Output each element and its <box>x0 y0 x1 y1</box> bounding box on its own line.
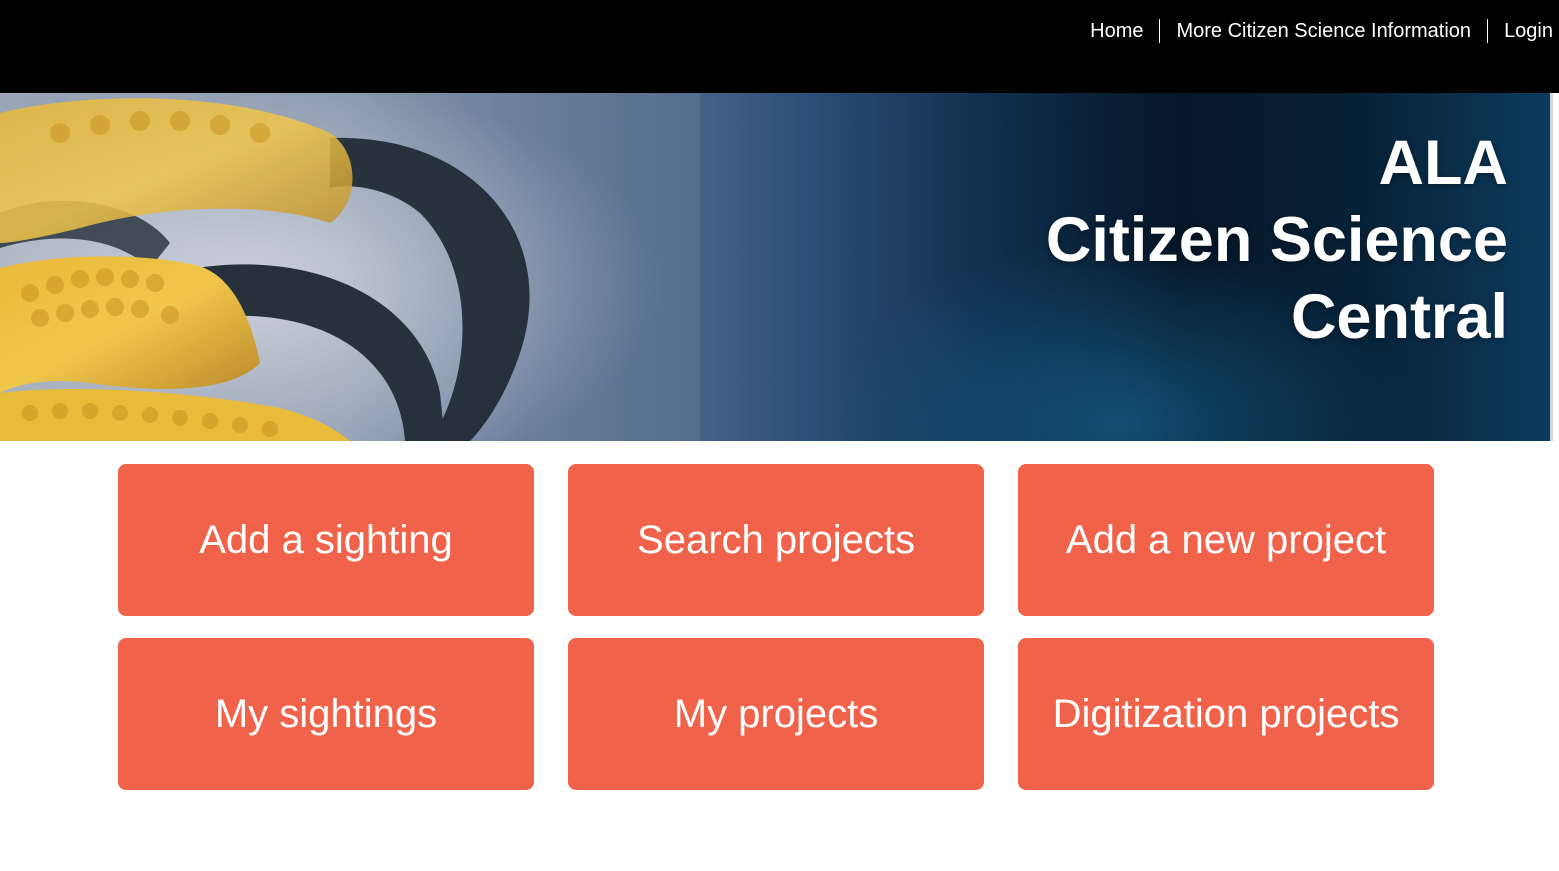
search-projects-button[interactable]: Search projects <box>568 464 984 616</box>
my-sightings-button[interactable]: My sightings <box>118 638 534 790</box>
hero-title: ALA Citizen Science Central <box>1046 125 1508 356</box>
add-new-project-button[interactable]: Add a new project <box>1018 464 1434 616</box>
top-bar: Home More Citizen Science Information Lo… <box>0 0 1559 93</box>
nav-more-info-link[interactable]: More Citizen Science Information <box>1159 19 1487 43</box>
hero-title-line: Citizen Science <box>1045 205 1508 275</box>
hero-banner: ALA Citizen Science Central <box>0 93 1553 441</box>
top-nav: Home More Citizen Science Information Lo… <box>1074 19 1553 43</box>
hero-edge <box>1550 93 1553 441</box>
bird-claw-image <box>0 93 700 441</box>
hero-title-line: Central <box>1290 282 1508 352</box>
my-projects-button[interactable]: My projects <box>568 638 984 790</box>
add-sighting-button[interactable]: Add a sighting <box>118 464 534 616</box>
digitization-projects-button[interactable]: Digitization projects <box>1018 638 1434 790</box>
nav-home-link[interactable]: Home <box>1074 19 1159 43</box>
nav-login-link[interactable]: Login <box>1487 19 1553 43</box>
hero-title-line: ALA <box>1378 128 1508 198</box>
